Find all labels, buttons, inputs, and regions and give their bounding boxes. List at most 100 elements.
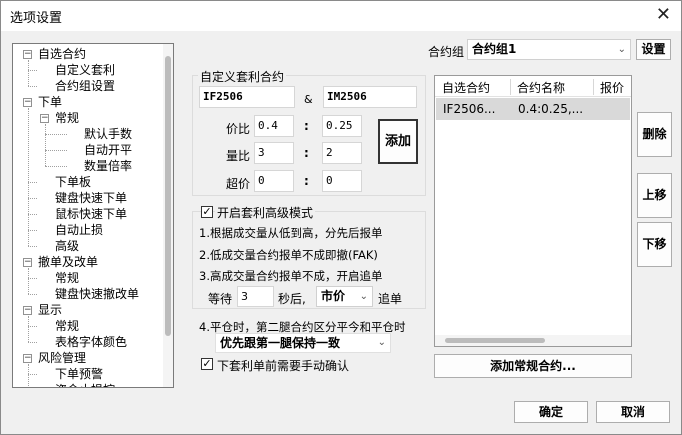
- order-type-value: 市价: [321, 289, 346, 303]
- collapse-icon[interactable]: −: [23, 306, 32, 315]
- manual-confirm-checkbox[interactable]: ✓: [201, 358, 213, 370]
- column-header[interactable]: 合约名称: [517, 79, 565, 96]
- tree-connector: [28, 70, 37, 71]
- tree-connector: [45, 150, 67, 151]
- list-horizontal-scrollbar[interactable]: [435, 335, 631, 346]
- tree-item[interactable]: 自动止损: [55, 222, 103, 238]
- leg1-input[interactable]: IF2506: [199, 86, 295, 108]
- tree-item[interactable]: 高级: [55, 238, 79, 254]
- cancel-button[interactable]: 取消: [596, 401, 670, 423]
- second-leg-close-select[interactable]: 优先跟第一腿保持一致 ⌄: [215, 333, 391, 353]
- tree-item[interactable]: 鼠标快速下单: [55, 206, 127, 222]
- chase-label: 追单: [378, 292, 403, 306]
- tree-connector: [28, 246, 37, 247]
- tree-item[interactable]: 下单板: [55, 174, 91, 190]
- collapse-icon[interactable]: −: [23, 50, 32, 59]
- tree-connector: [28, 316, 29, 342]
- tree-item[interactable]: 表格字体颜色: [55, 334, 127, 350]
- chevron-down-icon: ⌄: [377, 337, 386, 348]
- tree-item[interactable]: 撤单及改单: [38, 254, 98, 270]
- tree-item[interactable]: 常规: [55, 270, 79, 286]
- tree-item[interactable]: 自动开平: [84, 142, 132, 158]
- settings-tree: 自选合约 − 自定义套利 合约组设置 下单 − 常规 − 默认手数 自动开平 数量倍率 下单板 键盘快速…: [12, 43, 174, 388]
- column-divider[interactable]: [593, 79, 594, 95]
- tree-connector: [28, 294, 37, 295]
- price-ratio-1-input[interactable]: 0.4: [254, 115, 294, 137]
- enable-advanced-label: 开启套利高级模式: [215, 204, 316, 221]
- tree-connector: [28, 108, 29, 246]
- collapse-icon[interactable]: −: [23, 98, 32, 107]
- tree-item[interactable]: 默认手数: [84, 126, 132, 142]
- tree-connector: [28, 230, 37, 231]
- collapse-icon[interactable]: −: [23, 258, 32, 267]
- column-header[interactable]: 自选合约: [442, 79, 490, 96]
- contract-group-label: 合约组: [428, 45, 465, 59]
- ampersand-label: &: [304, 93, 313, 106]
- title-bar: 选项设置 ✕: [1, 1, 681, 31]
- group-settings-button[interactable]: 设置: [636, 39, 671, 60]
- price-ratio-label: 价比: [226, 122, 251, 136]
- collapse-icon[interactable]: −: [40, 114, 49, 123]
- tree-item[interactable]: 资金止损控: [55, 382, 115, 387]
- contract-list[interactable]: 自选合约 合约名称 报价 IF2506... 0.4:0.25,...: [434, 75, 632, 347]
- tree-item[interactable]: 合约组设置: [55, 78, 115, 94]
- second-leg-close-value: 优先跟第一腿保持一致: [220, 336, 341, 350]
- column-header[interactable]: 报价: [600, 79, 624, 96]
- tree-connector: [28, 342, 37, 343]
- column-divider[interactable]: [510, 79, 511, 95]
- qty-ratio-2-input[interactable]: 2: [322, 142, 362, 164]
- close-icon[interactable]: ✕: [656, 4, 671, 25]
- tree-item[interactable]: 常规: [55, 110, 79, 126]
- tree-connector: [28, 214, 37, 215]
- order-type-select[interactable]: 市价 ⌄: [316, 286, 373, 307]
- colon-label: :: [304, 174, 309, 188]
- tree-item[interactable]: 键盘快速撤改单: [55, 286, 139, 302]
- move-down-button[interactable]: 下移: [637, 222, 672, 267]
- list-header: 自选合约 合约名称 报价: [435, 76, 631, 97]
- tree-connector: [28, 364, 29, 387]
- manual-confirm-label: 下套利单前需要手动确认: [217, 359, 350, 373]
- after-label: 秒后,: [278, 292, 306, 306]
- wait-label: 等待: [208, 292, 233, 306]
- tree-connector: [45, 124, 46, 166]
- contract-group-select[interactable]: 合约组1 ⌄: [467, 39, 631, 60]
- custom-arb-legend: 自定义套利合约: [198, 68, 287, 85]
- list-scroll-thumb[interactable]: [445, 338, 545, 343]
- enable-advanced-checkbox[interactable]: ✓: [201, 206, 213, 218]
- tree-item[interactable]: 常规: [55, 318, 79, 334]
- tree-item[interactable]: 自定义套利: [55, 62, 115, 78]
- collapse-icon[interactable]: −: [23, 354, 32, 363]
- leg2-input[interactable]: IM2506: [323, 86, 417, 108]
- tree-item[interactable]: 风险管理: [38, 350, 86, 366]
- delete-button[interactable]: 删除: [637, 112, 672, 157]
- price-ratio-2-input[interactable]: 0.25: [322, 115, 362, 137]
- tree-item[interactable]: 下单预警: [55, 366, 103, 382]
- tree-scroll-thumb[interactable]: [165, 56, 171, 336]
- rule-2-text: 2.低成交量合约报单不成即撤(FAK): [199, 248, 378, 262]
- add-regular-contract-button[interactable]: 添加常规合约...: [434, 354, 632, 378]
- over-price-2-input[interactable]: 0: [322, 170, 362, 192]
- over-price-1-input[interactable]: 0: [254, 170, 294, 192]
- tree-connector: [28, 268, 29, 294]
- colon-label: :: [304, 146, 309, 160]
- ok-button[interactable]: 确定: [514, 401, 588, 423]
- tree-scrollbar[interactable]: [163, 44, 173, 387]
- add-arb-button[interactable]: 添加: [378, 119, 418, 164]
- tree-connector: [28, 182, 37, 183]
- contract-group-value: 合约组1: [472, 42, 517, 56]
- qty-ratio-1-input[interactable]: 3: [254, 142, 294, 164]
- list-item-name: 0.4:0.25,...: [518, 102, 584, 116]
- tree-item[interactable]: 键盘快速下单: [55, 190, 127, 206]
- colon-label: :: [304, 119, 309, 133]
- tree-connector: [28, 278, 37, 279]
- tree-item[interactable]: 显示: [38, 302, 62, 318]
- tree-item[interactable]: 自选合约: [38, 46, 86, 62]
- move-up-button[interactable]: 上移: [637, 173, 672, 218]
- options-dialog: 选项设置 ✕ 自选合约 − 自定义套利 合约组设置 下单 − 常规 − 默认手数 自动开平 数量倍率…: [0, 0, 682, 435]
- tree-item[interactable]: 下单: [38, 94, 62, 110]
- wait-seconds-input[interactable]: 3: [237, 286, 274, 307]
- list-item[interactable]: IF2506... 0.4:0.25,...: [436, 98, 630, 120]
- tree-connector: [28, 326, 37, 327]
- tree-item[interactable]: 数量倍率: [84, 158, 132, 174]
- tree-connector: [28, 198, 37, 199]
